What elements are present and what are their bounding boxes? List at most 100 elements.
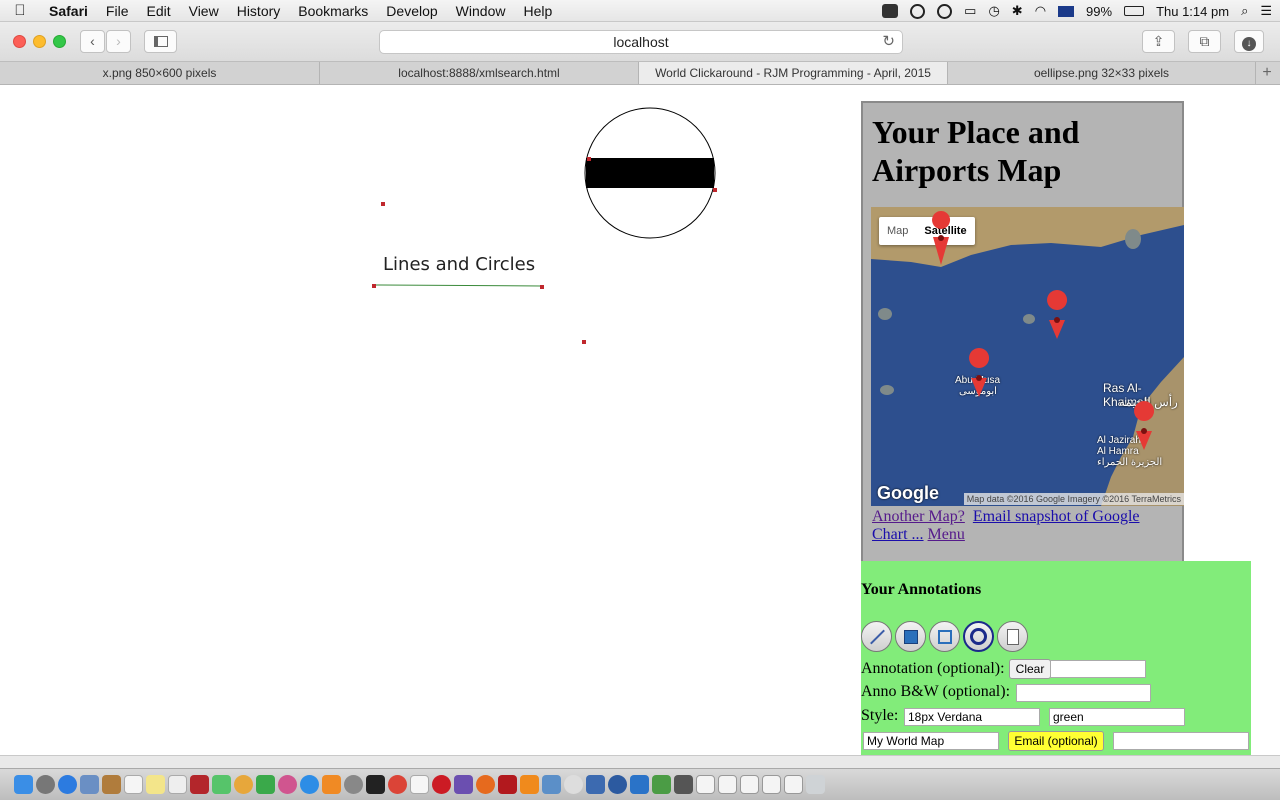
minimized-window-icon[interactable] (762, 775, 781, 794)
google-map[interactable]: Map Satellite Ras Al-Khaimah رأس الخيمة … (871, 207, 1184, 506)
bbedit-icon[interactable] (608, 775, 627, 794)
tab-world-clickaround[interactable]: World Clickaround - RJM Programming - Ap… (639, 62, 948, 84)
trash-icon[interactable] (806, 775, 825, 794)
menu-edit[interactable]: Edit (137, 3, 179, 19)
airplay-icon[interactable]: ▭ (964, 3, 976, 19)
menu-app[interactable]: Safari (40, 3, 97, 19)
menu-file[interactable]: File (97, 3, 138, 19)
menu-develop[interactable]: Develop (377, 3, 446, 19)
blank-tool-button[interactable] (997, 621, 1028, 652)
itunes-icon[interactable] (278, 775, 297, 794)
app-store-icon[interactable] (300, 775, 319, 794)
forward-button[interactable]: › (106, 30, 131, 53)
another-map-link[interactable]: Another Map? (872, 508, 965, 525)
status-icon-3[interactable] (937, 3, 953, 19)
clock[interactable]: Thu 1:14 pm (1156, 4, 1229, 19)
sidebar-toggle-button[interactable] (144, 30, 177, 53)
style-color-input[interactable]: green (1049, 708, 1185, 726)
virtualbox-icon[interactable] (586, 775, 605, 794)
filled-rectangle-tool-button[interactable] (895, 621, 926, 652)
clear-button[interactable]: Clear (1009, 659, 1051, 679)
minimize-window-icon[interactable] (33, 35, 46, 48)
ibooks-icon[interactable] (322, 775, 341, 794)
rectangle-tool-button[interactable] (929, 621, 960, 652)
tab-oellipse-png[interactable]: oellipse.png 32×33 pixels (948, 62, 1256, 84)
menu-bookmarks[interactable]: Bookmarks (289, 3, 377, 19)
xcode-icon[interactable] (630, 775, 649, 794)
mail-icon[interactable] (80, 775, 99, 794)
reload-icon[interactable]: ↻ (882, 31, 895, 53)
menu-help[interactable]: Help (514, 3, 561, 19)
minimized-window-icon[interactable] (696, 775, 715, 794)
battery-percent[interactable]: 99% (1086, 4, 1112, 19)
google-logo[interactable]: Google (877, 483, 939, 504)
firefox-icon[interactable] (476, 775, 495, 794)
finder-icon[interactable] (14, 775, 33, 794)
menu-link[interactable]: Menu (928, 526, 965, 543)
annotation-input[interactable] (1050, 660, 1146, 678)
chrome-icon[interactable] (388, 775, 407, 794)
map-marker[interactable] (932, 211, 951, 265)
vlc-icon[interactable] (520, 775, 539, 794)
line-tool-button[interactable] (861, 621, 892, 652)
minimized-window-icon[interactable] (784, 775, 803, 794)
games-icon[interactable] (652, 775, 671, 794)
share-button[interactable]: ⇪ (1142, 30, 1175, 53)
map-marker[interactable] (969, 348, 990, 397)
preview-icon[interactable] (542, 775, 561, 794)
annotation-label: Annotation (optional): (861, 660, 1005, 677)
spotlight-icon[interactable]: ⌕ (1241, 3, 1248, 19)
contacts-icon[interactable] (102, 775, 121, 794)
back-button[interactable]: ‹ (80, 30, 105, 53)
imovie-icon[interactable] (454, 775, 473, 794)
time-machine-icon[interactable]: ◷ (988, 3, 999, 19)
zoom-window-icon[interactable] (53, 35, 66, 48)
map-marker[interactable] (1047, 290, 1068, 339)
menu-history[interactable]: History (228, 3, 290, 19)
calendar-icon[interactable] (124, 775, 143, 794)
messages-icon[interactable] (212, 775, 231, 794)
facetime-icon[interactable] (256, 775, 275, 794)
tab-x-png[interactable]: x.png 850×600 pixels (0, 62, 320, 84)
notes-icon[interactable] (146, 775, 165, 794)
reminders-icon[interactable] (168, 775, 187, 794)
photo-booth-icon[interactable] (190, 775, 209, 794)
close-window-icon[interactable] (13, 35, 26, 48)
wifi-icon[interactable]: ◠ (1035, 3, 1046, 19)
minimized-window-icon[interactable] (740, 775, 759, 794)
battery-icon (1124, 6, 1145, 16)
status-icon-1[interactable] (882, 4, 899, 18)
system-preferences-icon[interactable] (344, 775, 363, 794)
flag-icon[interactable] (1058, 5, 1075, 17)
map-title-input[interactable]: My World Map (863, 732, 999, 750)
text-edit-icon[interactable] (410, 775, 429, 794)
drawn-marker (587, 157, 591, 161)
downloads-button[interactable]: ↓ (1234, 30, 1264, 53)
drawing-canvas[interactable]: Lines and Circles (0, 85, 860, 755)
menu-window[interactable]: Window (447, 3, 515, 19)
map-marker[interactable] (1134, 401, 1155, 450)
email-button[interactable]: Email (optional) (1008, 731, 1104, 751)
help-icon[interactable] (564, 775, 583, 794)
notification-center-icon[interactable]: ☰ (1260, 3, 1272, 19)
circle-tool-button[interactable] (963, 621, 994, 652)
new-tab-button[interactable]: + (1256, 62, 1278, 84)
apple-icon[interactable]:  (0, 2, 40, 19)
tab-xmlsearch[interactable]: localhost:8888/xmlsearch.html (320, 62, 639, 84)
opera-icon[interactable] (432, 775, 451, 794)
menu-view[interactable]: View (180, 3, 228, 19)
status-icon-2[interactable] (910, 3, 926, 19)
terminal-icon[interactable] (366, 775, 385, 794)
minimized-window-icon[interactable] (718, 775, 737, 794)
address-bar[interactable]: localhost ↻ (379, 30, 903, 54)
bluetooth-icon[interactable]: ✱ (1012, 3, 1023, 19)
launchpad-icon[interactable] (36, 775, 55, 794)
downloads-stack-icon[interactable] (674, 775, 693, 794)
filezilla-icon[interactable] (498, 775, 517, 794)
email-input[interactable] (1113, 732, 1249, 750)
photos-icon[interactable] (234, 775, 253, 794)
safari-icon[interactable] (58, 775, 77, 794)
style-font-input[interactable]: 18px Verdana (904, 708, 1040, 726)
show-tabs-button[interactable]: ⧉ (1188, 30, 1221, 53)
anno-bw-input[interactable] (1016, 684, 1151, 702)
